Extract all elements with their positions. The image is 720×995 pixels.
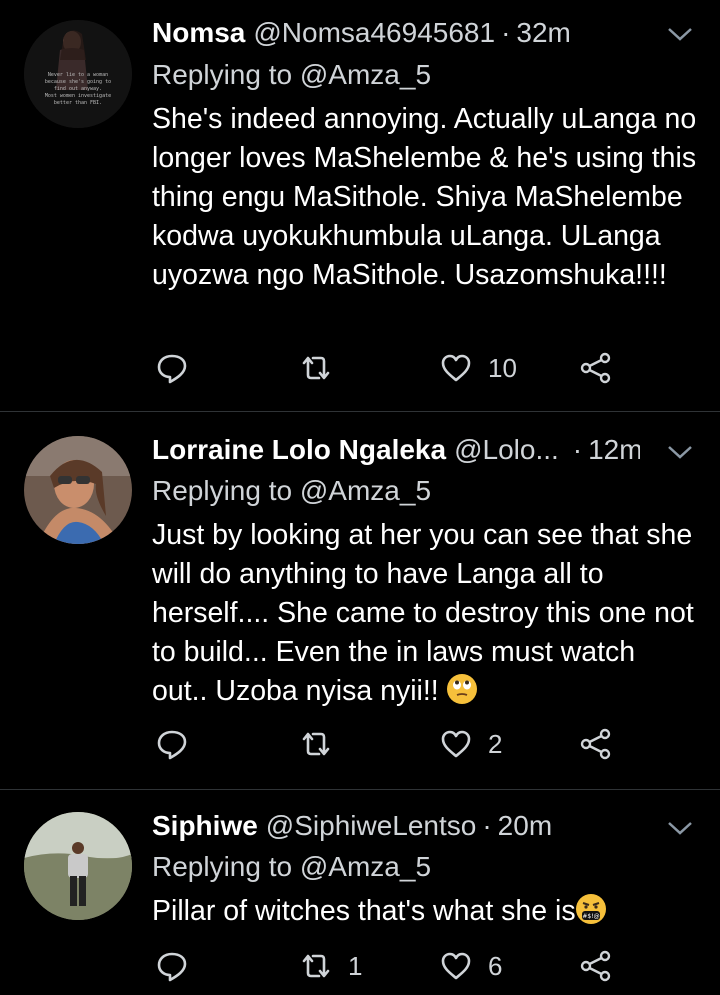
svg-text:better than FBI.: better than FBI.	[54, 100, 102, 106]
tweet-text-content: Just by looking at her you can see that …	[152, 519, 694, 707]
reply-button[interactable]	[156, 352, 188, 384]
avatar[interactable]	[24, 436, 132, 544]
like-count: 2	[488, 728, 503, 759]
like-button[interactable]: 10	[440, 352, 517, 384]
separator-dot: ·	[501, 17, 511, 48]
reply-mention-link[interactable]: @Amza_5	[300, 475, 431, 506]
separator-dot: ·	[482, 810, 492, 841]
tweet-header: Lorraine Lolo Ngaleka @Lolo... · 12m	[152, 430, 640, 470]
tweet-3[interactable]: Siphiwe @SiphiweLentso · 20m Replying to…	[0, 790, 720, 995]
reply-icon	[157, 730, 187, 760]
reply-icon	[157, 354, 187, 384]
retweet-button[interactable]	[300, 728, 348, 760]
tweet-header: Siphiwe @SiphiweLentso · 20m	[152, 806, 640, 846]
like-button[interactable]: 6	[440, 950, 502, 982]
tweet-text: Just by looking at her you can see that …	[152, 516, 697, 711]
separator-dot: ·	[572, 434, 583, 465]
avatar[interactable]	[24, 812, 132, 920]
reply-button[interactable]	[156, 950, 188, 982]
tweet-header: Nomsa @Nomsa46945681 · 32m	[152, 13, 640, 53]
author-name[interactable]: Nomsa	[152, 13, 245, 53]
share-icon	[580, 950, 611, 982]
share-icon	[580, 352, 611, 384]
timestamp[interactable]: 32m	[516, 13, 570, 53]
timestamp[interactable]: 20m	[498, 806, 552, 846]
replying-to: Replying to @Amza_5	[152, 472, 431, 510]
author-handle[interactable]: @SiphiweLentso	[266, 806, 477, 846]
svg-text:because she's going to: because she's going to	[45, 79, 111, 85]
svg-text:Never lie to a woman: Never lie to a woman	[48, 72, 108, 78]
rolling-eyes-emoji-icon	[446, 674, 477, 704]
retweet-button[interactable]: 1	[300, 950, 362, 982]
avatar[interactable]: Never lie to a woman because she's going…	[24, 20, 132, 128]
share-button[interactable]	[580, 950, 612, 982]
share-icon	[580, 728, 611, 760]
tweet-actions: 10	[0, 352, 720, 392]
replying-prefix: Replying to	[152, 851, 293, 882]
author-name[interactable]: Lorraine Lolo Ngaleka	[152, 430, 446, 470]
retweet-button[interactable]	[300, 352, 348, 384]
tweet-actions: 1 6	[0, 950, 720, 990]
replying-prefix: Replying to	[152, 59, 293, 90]
author-handle[interactable]: @Nomsa46945681	[253, 13, 495, 53]
reply-button[interactable]	[156, 728, 188, 760]
share-button[interactable]	[580, 728, 612, 760]
chevron-down-icon[interactable]	[666, 24, 694, 44]
like-count: 6	[488, 950, 503, 981]
svg-text:find out anyway.: find out anyway.	[54, 86, 102, 92]
like-count: 10	[488, 352, 517, 383]
tweet-text: Pillar of witches that's what she is #$!@	[152, 892, 697, 931]
author-name[interactable]: Siphiwe	[152, 806, 258, 846]
retweet-count: 1	[348, 950, 363, 981]
reply-mention-link[interactable]: @Amza_5	[300, 59, 431, 90]
replying-to: Replying to @Amza_5	[152, 56, 431, 94]
heart-icon	[441, 952, 471, 980]
share-button[interactable]	[580, 352, 612, 384]
replying-prefix: Replying to	[152, 475, 293, 506]
author-handle[interactable]: @Lolo...	[454, 430, 559, 470]
reply-icon	[157, 952, 187, 982]
tweet-text: She's indeed annoying. Actually uLanga n…	[152, 103, 697, 291]
svg-text:Most women investigate: Most women investigate	[45, 93, 111, 99]
replying-to: Replying to @Amza_5	[152, 848, 431, 886]
tweet-1[interactable]: Never lie to a woman because she's going…	[0, 0, 720, 410]
heart-icon	[441, 354, 471, 382]
tweet-actions: 2	[0, 728, 720, 768]
retweet-icon	[302, 356, 330, 380]
chevron-down-icon[interactable]	[666, 818, 694, 838]
svg-text:#$!@: #$!@	[582, 913, 599, 920]
tweet-2[interactable]: Lorraine Lolo Ngaleka @Lolo... · 12m Rep…	[0, 412, 720, 788]
retweet-icon	[302, 732, 330, 756]
heart-icon	[441, 730, 471, 758]
cursing-face-emoji-icon: #$!@	[575, 894, 606, 924]
timestamp[interactable]: 12m	[588, 430, 640, 470]
retweet-icon	[302, 954, 330, 978]
tweet-text-content: Pillar of witches that's what she is	[152, 895, 576, 927]
like-button[interactable]: 2	[440, 728, 502, 760]
reply-mention-link[interactable]: @Amza_5	[300, 851, 431, 882]
chevron-down-icon[interactable]	[666, 442, 694, 462]
